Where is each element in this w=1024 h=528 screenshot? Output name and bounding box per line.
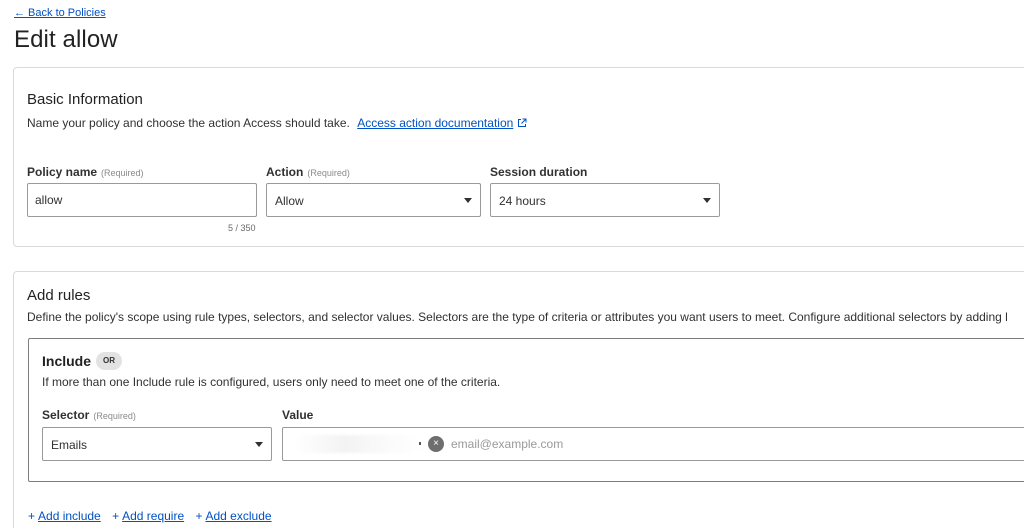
value-label: Value [282,408,314,422]
policy-name-char-counter: 5 / 350 [228,223,256,233]
include-description: If more than one Include rule is configu… [42,375,501,389]
add-include-link[interactable]: + Add include [28,509,101,523]
page-title: Edit allow [14,26,118,53]
action-label: Action (Required) [266,165,350,179]
selector-select[interactable]: Emails [42,427,272,461]
add-exclude-label: Add exclude [205,509,272,523]
action-required-hint: (Required) [307,168,350,178]
chevron-down-icon [703,198,711,203]
add-require-link[interactable]: + Add require [112,509,184,523]
action-label-text: Action [266,165,304,179]
add-exclude-link[interactable]: + Add exclude [195,509,271,523]
value-tag-input[interactable]: × [282,427,1024,461]
session-duration-label: Session duration [490,165,588,179]
email-chip-fragment [419,442,421,445]
email-chip-redacted [293,435,423,453]
action-select[interactable]: Allow [266,183,481,217]
add-require-label: Add require [122,509,185,523]
basic-information-title: Basic Information [27,91,143,108]
basic-description-text: Name your policy and choose the action A… [27,116,350,130]
chevron-down-icon [464,198,472,203]
include-title: Include [42,353,92,369]
plus-icon: + [28,509,36,523]
action-select-value: Allow [275,194,304,208]
selector-label: Selector (Required) [42,408,136,422]
policy-name-label: Policy name (Required) [27,165,144,179]
add-rules-title: Add rules [27,287,91,304]
doc-link-label: Access action documentation [357,116,514,130]
include-rule-group: Include OR If more than one Include rule… [28,338,1024,482]
chevron-down-icon [255,442,263,447]
policy-name-input[interactable] [27,183,257,217]
add-rules-description: Define the policy's scope using rule typ… [27,310,1008,324]
rule-actions: + Add include + Add require + Add exclude [28,509,280,523]
back-to-policies-link[interactable]: ← Back to Policies [14,7,106,19]
plus-icon: + [112,509,120,523]
add-rules-card: Add rules Define the policy's scope usin… [13,271,1024,528]
access-action-documentation-link[interactable]: Access action documentation [357,116,527,130]
plus-icon: + [195,509,203,523]
basic-information-description: Name your policy and choose the action A… [27,116,527,130]
external-link-icon [518,118,527,127]
policy-name-label-text: Policy name [27,165,98,179]
policy-name-required-hint: (Required) [101,168,144,178]
remove-chip-icon[interactable]: × [428,436,444,452]
add-include-label: Add include [38,509,101,523]
selector-required-hint: (Required) [93,411,136,421]
or-badge: OR [96,352,122,370]
basic-information-card: Basic Information Name your policy and c… [13,67,1024,247]
selector-select-value: Emails [51,438,88,452]
selector-label-text: Selector [42,408,90,422]
value-email-input[interactable] [451,433,751,455]
session-duration-value: 24 hours [499,194,546,208]
session-duration-select[interactable]: 24 hours [490,183,720,217]
